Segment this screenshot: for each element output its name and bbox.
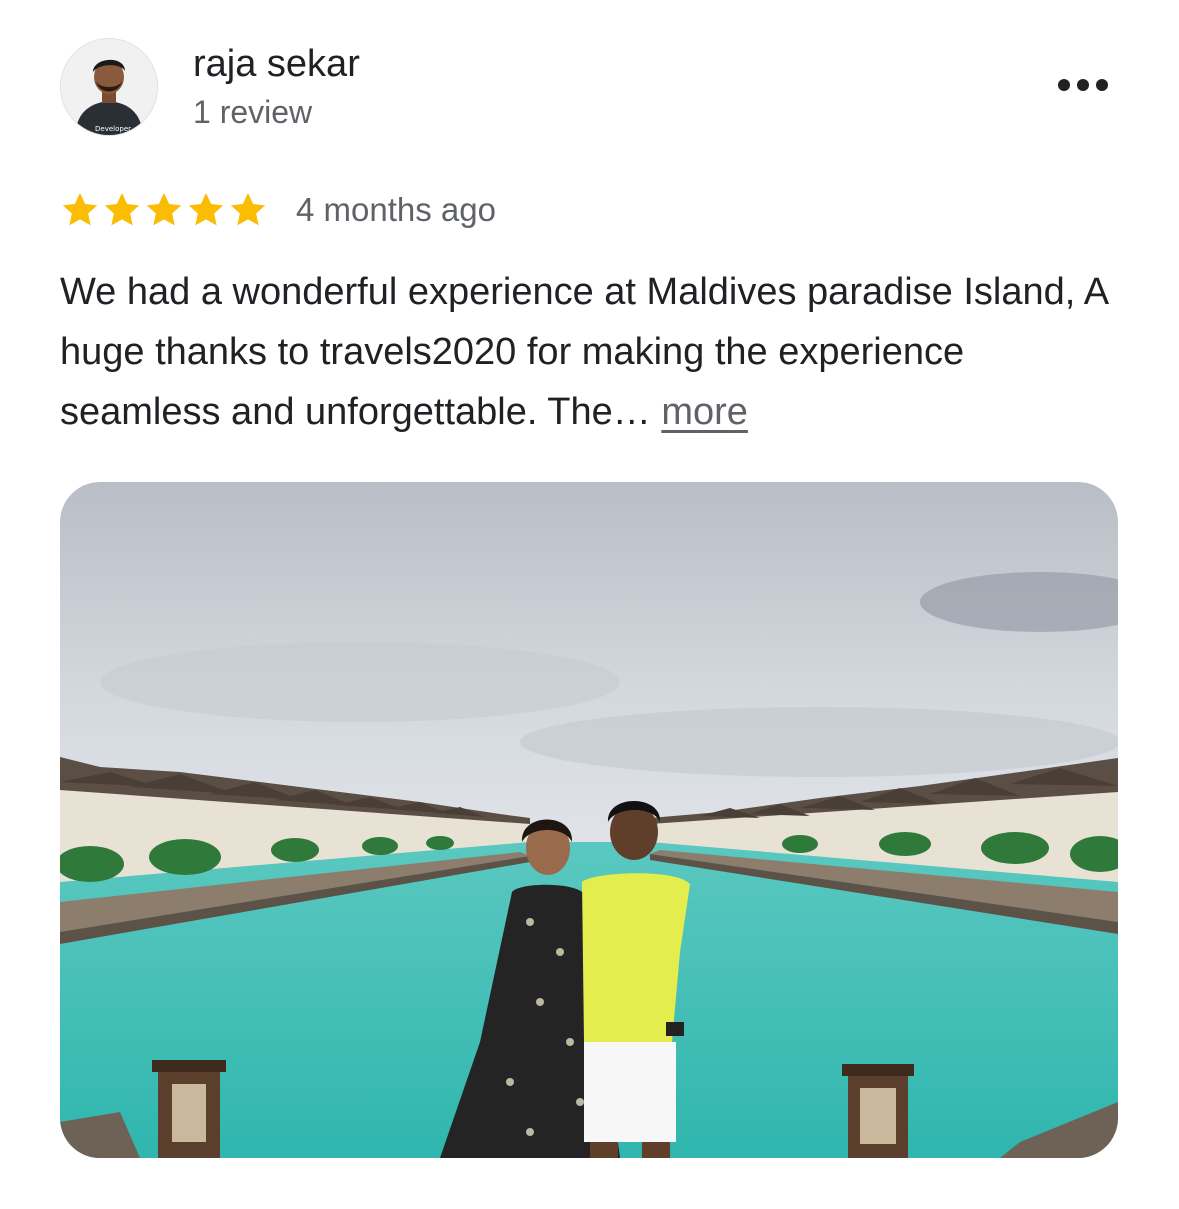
review-photo-image xyxy=(60,482,1118,1158)
menu-dot xyxy=(1058,79,1070,91)
more-link[interactable]: more xyxy=(661,391,748,433)
review-count: 1 review xyxy=(193,94,313,130)
star-icon xyxy=(102,190,142,230)
author-name[interactable]: raja sekar xyxy=(193,41,360,87)
review-date: 4 months ago xyxy=(296,191,496,228)
star-icon xyxy=(228,190,268,230)
lantern-right xyxy=(842,1064,914,1158)
review-header: Developer raja sekar 1 review xyxy=(60,38,1120,138)
star-rating xyxy=(60,190,268,230)
rating-row: 4 months ago xyxy=(60,186,496,234)
review-text: We had a wonderful experience at Maldive… xyxy=(60,262,1120,442)
avatar-shirt-text: Developer xyxy=(95,125,131,133)
more-options-icon[interactable] xyxy=(1058,68,1108,102)
lantern-left xyxy=(152,1060,226,1158)
avatar-image: Developer xyxy=(61,39,157,135)
menu-dot xyxy=(1096,79,1108,91)
review-body: We had a wonderful experience at Maldive… xyxy=(60,271,1108,433)
star-icon xyxy=(60,190,100,230)
star-icon xyxy=(144,190,184,230)
star-icon xyxy=(186,190,226,230)
avatar[interactable]: Developer xyxy=(60,38,158,136)
review-photo[interactable] xyxy=(60,482,1118,1158)
menu-dot xyxy=(1077,79,1089,91)
